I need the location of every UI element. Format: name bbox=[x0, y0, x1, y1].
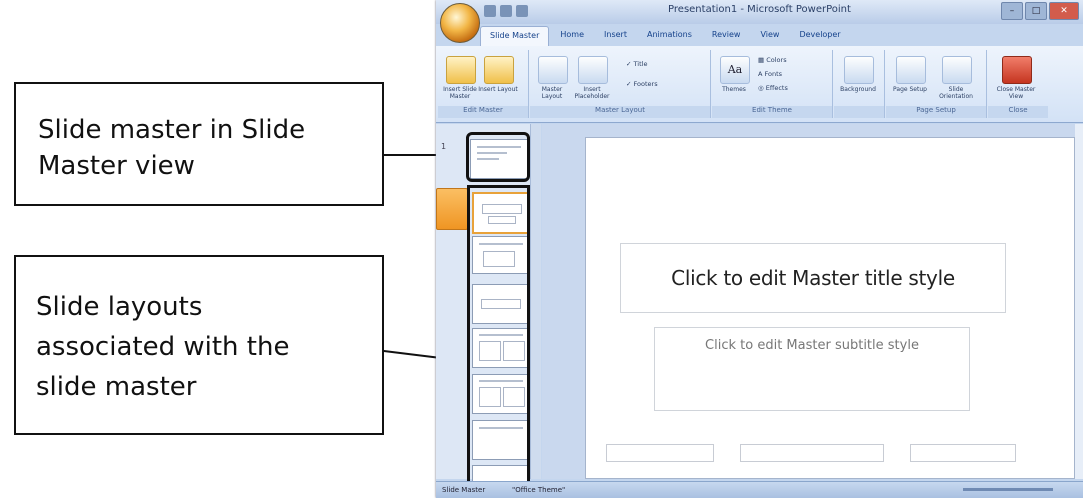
group-edit-master: Insert Slide Master Insert Layout Edit M… bbox=[438, 50, 529, 118]
callout-text-line: Slide master in Slide bbox=[38, 115, 306, 145]
callout-text-line: Slide layouts bbox=[36, 292, 203, 322]
group-page-setup: Page Setup Slide Orientation Page Setup bbox=[886, 50, 987, 118]
ribbon-tabs: Slide Master Home Insert Animations Revi… bbox=[480, 26, 850, 47]
page-setup-button[interactable] bbox=[896, 56, 926, 84]
slides-tab[interactable] bbox=[436, 188, 468, 230]
effects-label: Effects bbox=[765, 84, 788, 92]
master-layout-label: Master Layout bbox=[541, 86, 563, 100]
powerpoint-window: Presentation1 - Microsoft PowerPoint – □… bbox=[436, 0, 1083, 498]
slide-orientation-button[interactable] bbox=[942, 56, 972, 84]
tab-review[interactable]: Review bbox=[703, 26, 750, 46]
subtitle-placeholder[interactable]: Click to edit Master subtitle style bbox=[654, 327, 970, 411]
insert-slide-master-label: Insert Slide Master bbox=[443, 86, 477, 100]
insert-placeholder-button[interactable] bbox=[578, 56, 608, 84]
tab-home[interactable]: Home bbox=[551, 26, 593, 46]
title-bar: Presentation1 - Microsoft PowerPoint – □… bbox=[436, 0, 1083, 24]
editor-scrollbar[interactable] bbox=[1075, 124, 1083, 479]
status-theme-label: "Office Theme" bbox=[512, 486, 566, 494]
date-placeholder[interactable] bbox=[606, 444, 714, 462]
effects-button[interactable]: ◎ Effects bbox=[758, 84, 788, 92]
status-view-label: Slide Master bbox=[442, 486, 486, 494]
status-bar: Slide Master "Office Theme" bbox=[436, 481, 1083, 498]
tab-insert[interactable]: Insert bbox=[595, 26, 636, 46]
insert-layout-button[interactable] bbox=[484, 56, 514, 84]
title-checkbox[interactable]: ✓ Title bbox=[626, 60, 647, 68]
minimize-button[interactable]: – bbox=[1001, 2, 1023, 20]
close-master-view-label: Close Master View bbox=[996, 86, 1036, 100]
callout-text-line: associated with the bbox=[36, 332, 290, 362]
tab-developer[interactable]: Developer bbox=[790, 26, 849, 46]
title-checkbox-label: Title bbox=[633, 60, 648, 68]
callout-text-line: Master view bbox=[38, 151, 195, 181]
group-close: Close Master View Close bbox=[988, 50, 1048, 118]
callout-slide-master: Slide master in Slide Master view bbox=[14, 82, 384, 206]
master-layout-button[interactable] bbox=[538, 56, 568, 84]
background-styles-button[interactable] bbox=[844, 56, 874, 84]
colors-button[interactable]: ▦ Colors bbox=[758, 56, 787, 64]
callout-slide-layouts: Slide layouts associated with the slide … bbox=[14, 255, 384, 435]
tab-slide-master[interactable]: Slide Master bbox=[480, 26, 550, 47]
slide-master-highlight bbox=[466, 132, 530, 182]
group-label bbox=[834, 106, 884, 118]
group-label: Page Setup bbox=[886, 106, 986, 118]
group-background: Background bbox=[834, 50, 885, 118]
close-master-view-button[interactable] bbox=[1002, 56, 1032, 84]
footer-placeholder[interactable] bbox=[740, 444, 884, 462]
window-controls: – □ ✕ bbox=[1001, 2, 1079, 20]
thumbnail-scrollbar[interactable] bbox=[530, 124, 541, 479]
tab-view[interactable]: View bbox=[751, 26, 788, 46]
themes-button[interactable]: Aa bbox=[720, 56, 750, 84]
close-window-button[interactable]: ✕ bbox=[1049, 2, 1079, 20]
slide-number-placeholder[interactable] bbox=[910, 444, 1016, 462]
window-title: Presentation1 - Microsoft PowerPoint bbox=[668, 4, 851, 15]
fonts-label: Fonts bbox=[764, 70, 783, 78]
group-label: Edit Theme bbox=[712, 106, 832, 118]
slide-master-canvas: Click to edit Master title style Click t… bbox=[585, 137, 1075, 479]
slide-number: 1 bbox=[441, 142, 447, 151]
colors-label: Colors bbox=[766, 56, 787, 64]
zoom-slider[interactable] bbox=[963, 488, 1053, 491]
page-setup-label: Page Setup bbox=[893, 86, 927, 93]
office-button[interactable] bbox=[440, 3, 480, 43]
group-master-layout: Master Layout Insert Placeholder ✓ Title… bbox=[530, 50, 711, 118]
callout-text-line: slide master bbox=[36, 372, 197, 402]
title-placeholder[interactable]: Click to edit Master title style bbox=[620, 243, 1006, 313]
insert-slide-master-button[interactable] bbox=[446, 56, 476, 84]
background-label: Background bbox=[840, 86, 876, 93]
insert-layout-label: Insert Layout bbox=[478, 86, 518, 93]
themes-label: Themes bbox=[722, 86, 746, 93]
tab-animations[interactable]: Animations bbox=[638, 26, 701, 46]
group-edit-theme: Aa Themes ▦ Colors A Fonts ◎ Effects Edi… bbox=[712, 50, 833, 118]
footers-checkbox[interactable]: ✓ Footers bbox=[626, 80, 658, 88]
slide-orientation-label: Slide Orientation bbox=[939, 86, 973, 100]
group-label: Edit Master bbox=[438, 106, 528, 118]
group-label: Master Layout bbox=[530, 106, 710, 118]
insert-placeholder-label: Insert Placeholder bbox=[574, 86, 610, 100]
slide-layouts-highlight bbox=[467, 185, 530, 487]
footers-checkbox-label: Footers bbox=[633, 80, 658, 88]
ribbon: Insert Slide Master Insert Layout Edit M… bbox=[436, 46, 1083, 123]
group-label: Close bbox=[988, 106, 1048, 118]
fonts-button[interactable]: A Fonts bbox=[758, 70, 782, 78]
maximize-button[interactable]: □ bbox=[1025, 2, 1047, 20]
